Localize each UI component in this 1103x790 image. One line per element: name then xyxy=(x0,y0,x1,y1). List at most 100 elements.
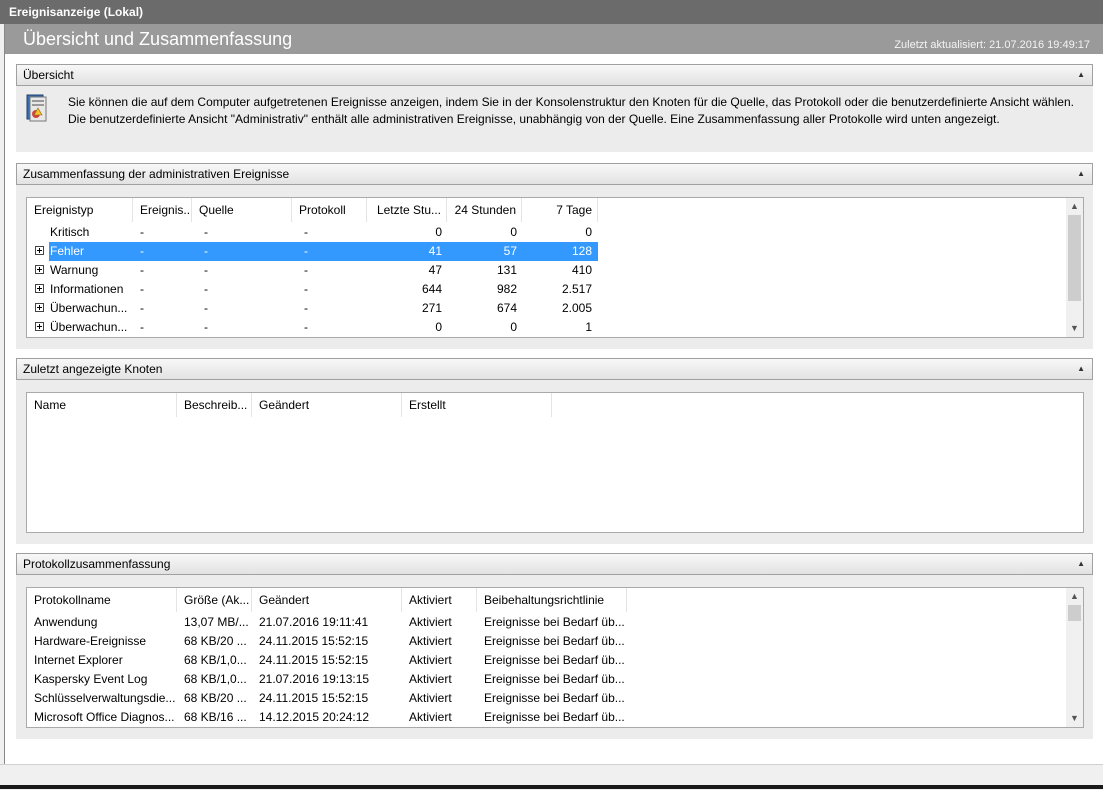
page-title: Übersicht und Zusammenfassung xyxy=(23,29,293,49)
table-cell-name: Kaspersky Event Log xyxy=(34,672,148,686)
table-cell-log: - xyxy=(304,263,308,277)
table-cell-source: - xyxy=(204,244,208,258)
table-cell-source: - xyxy=(204,320,208,334)
column-header-description[interactable]: Beschreib... xyxy=(177,393,252,417)
collapse-arrow-icon[interactable]: ▲ xyxy=(1077,359,1085,379)
column-header-last-hour[interactable]: Letzte Stu... xyxy=(367,198,447,222)
log-summary-section-header[interactable]: Protokollzusammenfassung ▲ xyxy=(16,553,1093,575)
table-cell-size: 68 KB/1,0... xyxy=(184,653,247,667)
column-header-log[interactable]: Protokoll xyxy=(292,198,367,222)
admin-events-table[interactable]: Ereignistyp Ereignis... Quelle Protokoll… xyxy=(26,197,1084,338)
table-cell-changed: 24.11.2015 15:52:15 xyxy=(259,653,369,667)
table-cell-d7: 2.517 xyxy=(561,282,592,296)
table-row[interactable]: Fehler - - - 41 57 128 xyxy=(27,242,1067,261)
table-cell-changed: 24.11.2015 15:52:15 xyxy=(259,634,369,648)
table-row[interactable]: Anwendung 13,07 MB/... 21.07.2016 19:11:41… xyxy=(27,613,1067,632)
table-row[interactable]: Kaspersky Event Log 68 KB/1,0... 21.07.201… xyxy=(27,670,1067,689)
overview-section-header[interactable]: Übersicht ▲ xyxy=(16,64,1093,86)
table-cell-changed: 21.07.2016 19:11:41 xyxy=(259,615,369,629)
table-cell-log: - xyxy=(304,301,308,315)
table-row[interactable]: Warnung - - - 47 131 410 xyxy=(27,261,1067,280)
recent-nodes-section-header[interactable]: Zuletzt angezeigte Knoten ▲ xyxy=(16,358,1093,380)
column-header-source[interactable]: Quelle xyxy=(192,198,292,222)
content-area: Übersicht ▲ Sie können die auf dem Compu… xyxy=(5,54,1103,764)
table-cell-type: Fehler xyxy=(50,244,85,258)
table-cell-h24: 0 xyxy=(510,225,517,239)
table-cell-source: - xyxy=(204,282,208,296)
collapse-arrow-icon[interactable]: ▲ xyxy=(1077,164,1085,184)
table-row[interactable]: Microsoft Office Diagnos... 68 KB/16 ... 1… xyxy=(27,708,1067,727)
expand-plus-icon[interactable] xyxy=(35,284,44,293)
main-frame: Übersicht und Zusammenfassung Zuletzt ak… xyxy=(4,24,1103,764)
column-header-retention-policy[interactable]: Beibehaltungsrichtlinie xyxy=(477,588,627,612)
table-cell-last-hour: 0 xyxy=(435,225,442,239)
table-cell-id: - xyxy=(140,282,144,296)
column-header-modified[interactable]: Geändert xyxy=(252,588,402,612)
overview-line-2: Die benutzerdefinierte Ansicht "Administ… xyxy=(68,112,1000,126)
table-cell-name: Hardware-Ereignisse xyxy=(34,634,147,648)
scroll-up-icon[interactable]: ▲ xyxy=(1066,198,1083,215)
column-header-created[interactable]: Erstellt xyxy=(402,393,552,417)
scroll-up-icon[interactable]: ▲ xyxy=(1066,588,1083,605)
expand-plus-icon[interactable] xyxy=(35,322,44,331)
page-header: Übersicht und Zusammenfassung Zuletzt ak… xyxy=(5,24,1103,54)
table-cell-id: - xyxy=(140,263,144,277)
column-header-enabled[interactable]: Aktiviert xyxy=(402,588,477,612)
table-cell-d7: 410 xyxy=(571,263,592,277)
table-cell-enabled: Aktiviert xyxy=(409,634,452,648)
table-cell-h24: 674 xyxy=(496,301,517,315)
recent-nodes-table[interactable]: Name Beschreib... Geändert Erstellt xyxy=(26,392,1084,533)
table-row[interactable]: Kritisch - - - 0 0 0 xyxy=(27,223,1067,242)
column-header-event-type[interactable]: Ereignistyp xyxy=(27,198,133,222)
table-row[interactable]: Überwachun... - - -0 0 1 xyxy=(27,318,1067,337)
window-title: Ereignisanzeige (Lokal) xyxy=(0,0,1103,24)
table-cell-h24: 131 xyxy=(496,263,517,277)
table-cell-changed: 14.12.2015 20:24:12 xyxy=(259,710,370,724)
table-row[interactable]: Schlüsselverwaltungsdie... 68 KB/20 ... 24… xyxy=(27,689,1067,708)
table-row[interactable]: Informationen - - - 644 982 2.517 xyxy=(27,280,1067,299)
table-row[interactable]: Hardware-Ereignisse 68 KB/20 ... 24.11.201… xyxy=(27,632,1067,651)
collapse-arrow-icon[interactable]: ▲ xyxy=(1077,65,1085,85)
column-header-event-id[interactable]: Ereignis... xyxy=(133,198,192,222)
column-header-24-hours[interactable]: 24 Stunden xyxy=(447,198,522,222)
table-cell-changed: 24.11.2015 15:52:15 xyxy=(259,691,369,705)
admin-summary-section-title: Zusammenfassung der administrativen Erei… xyxy=(23,167,290,181)
expand-plus-icon[interactable] xyxy=(35,303,44,312)
table-cell-last-hour: 47 xyxy=(428,263,442,277)
table-cell-source: - xyxy=(204,263,208,277)
scroll-down-icon[interactable]: ▼ xyxy=(1066,710,1083,727)
log-table-scrollbar[interactable]: ▲ ▼ xyxy=(1066,588,1083,727)
table-cell-policy: Ereignisse bei Bedarf üb... xyxy=(484,710,625,724)
collapse-arrow-icon[interactable]: ▲ xyxy=(1077,554,1085,574)
table-cell-name: Schlüsselverwaltungsdie... xyxy=(34,691,176,705)
event-log-icon xyxy=(26,94,47,122)
scroll-down-icon[interactable]: ▼ xyxy=(1066,320,1083,337)
table-row[interactable]: Überwachun... - - -271 674 2.005 xyxy=(27,299,1067,318)
table-cell-log: - xyxy=(304,282,308,296)
table-cell-name: Anwendung xyxy=(34,615,98,629)
table-row[interactable]: Internet Explorer 68 KB/1,0... 24.11.2015 … xyxy=(27,651,1067,670)
log-summary-table[interactable]: Protokollname Größe (Ak... Geändert Akti… xyxy=(26,587,1084,728)
column-header-7-days[interactable]: 7 Tage xyxy=(522,198,598,222)
table-cell-enabled: Aktiviert xyxy=(409,653,452,667)
admin-summary-section-body: Ereignistyp Ereignis... Quelle Protokoll… xyxy=(16,185,1093,349)
expand-plus-icon[interactable] xyxy=(35,265,44,274)
admin-table-scrollbar[interactable]: ▲ ▼ xyxy=(1066,198,1083,337)
table-cell-size: 68 KB/1,0... xyxy=(184,672,247,686)
scrollbar-thumb[interactable] xyxy=(1068,605,1081,621)
table-cell-d7: 0 xyxy=(585,225,592,239)
column-header-name[interactable]: Name xyxy=(27,393,177,417)
table-cell-policy: Ereignisse bei Bedarf üb... xyxy=(484,672,625,686)
scrollbar-thumb[interactable] xyxy=(1068,215,1081,301)
table-cell-size: 13,07 MB/... xyxy=(184,615,249,629)
column-header-size[interactable]: Größe (Ak... xyxy=(177,588,252,612)
admin-summary-section-header[interactable]: Zusammenfassung der administrativen Erei… xyxy=(16,163,1093,185)
column-header-modified[interactable]: Geändert xyxy=(252,393,402,417)
table-cell-id: - xyxy=(140,225,144,239)
overview-description: Sie können die auf dem Computer aufgetre… xyxy=(68,94,1078,128)
table-cell-policy: Ereignisse bei Bedarf üb... xyxy=(484,634,625,648)
column-header-log-name[interactable]: Protokollname xyxy=(27,588,177,612)
expand-plus-icon[interactable] xyxy=(35,246,44,255)
table-cell-last-hour: 41 xyxy=(428,244,442,258)
table-cell-type: Informationen xyxy=(50,282,124,296)
